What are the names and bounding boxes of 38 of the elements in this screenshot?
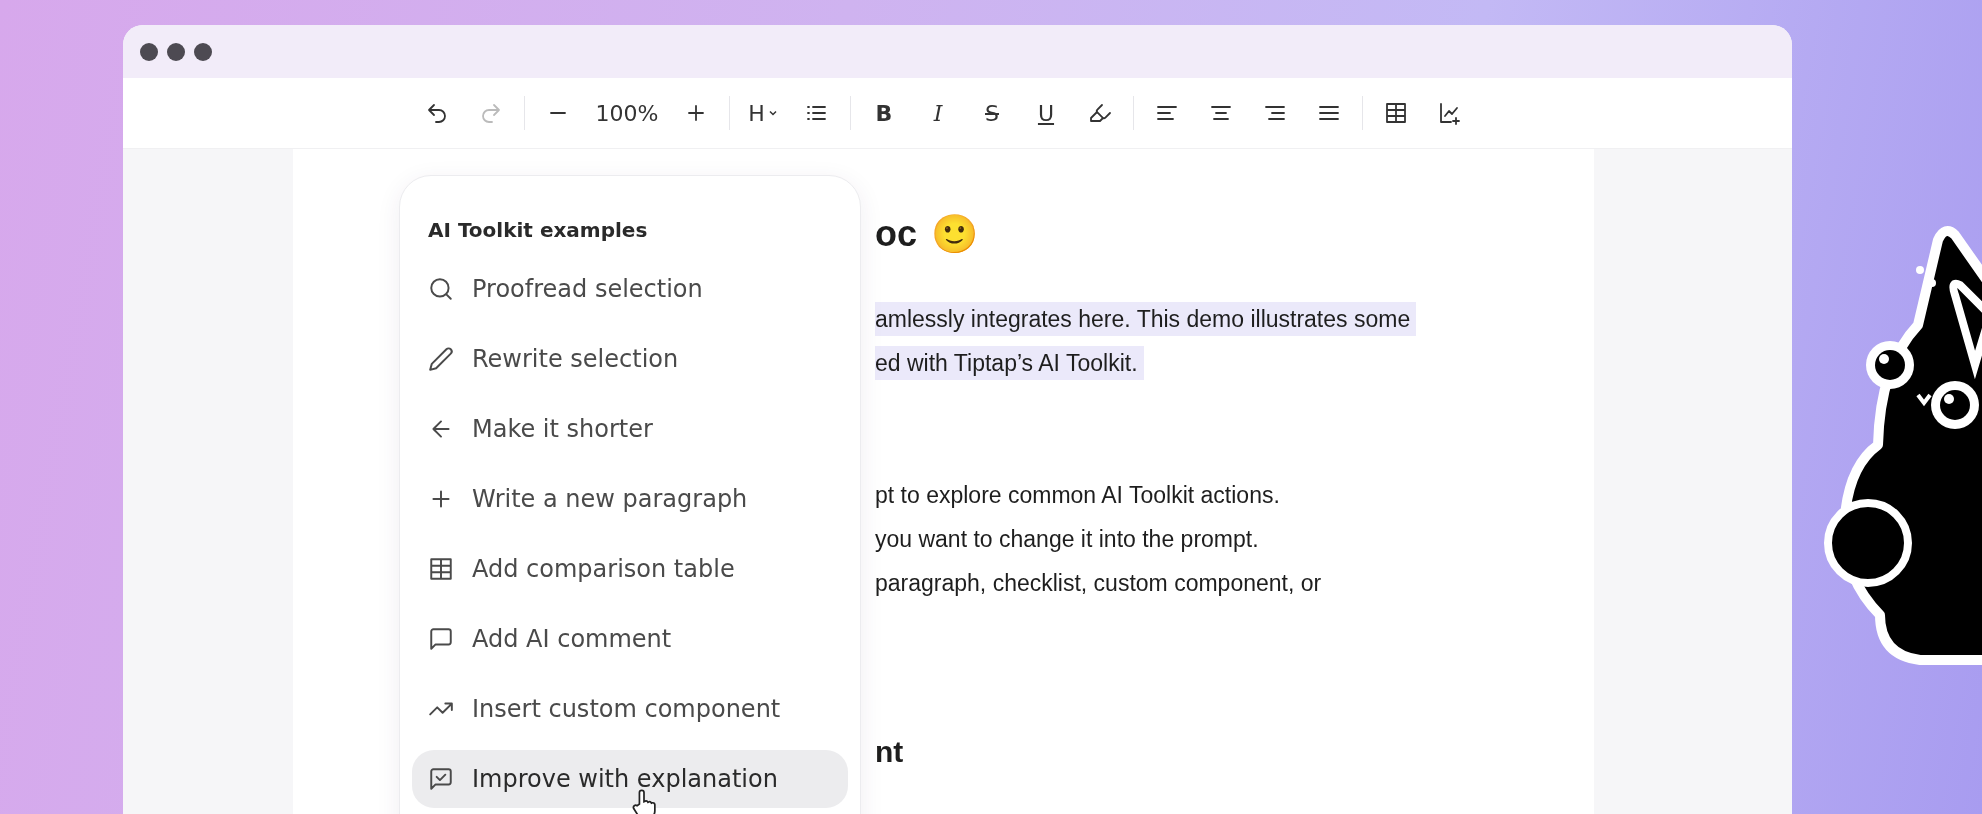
table-icon <box>428 556 454 582</box>
menu-item[interactable]: Proofread selection <box>412 260 848 318</box>
paragraph-text: pt to explore common AI Toolkit actions. <box>875 482 1280 508</box>
bold-button[interactable]: B <box>863 93 905 133</box>
window-control-icon[interactable] <box>194 42 212 61</box>
paragraph-text: paragraph, checklist, custom component, or <box>875 570 1322 596</box>
italic-button[interactable]: I <box>917 93 959 133</box>
menu-title: AI Toolkit examples <box>427 217 649 244</box>
window-control-icon[interactable] <box>167 42 185 61</box>
comment-check-icon <box>428 766 454 792</box>
smiley-emoji: 🙂 <box>931 212 978 256</box>
underline-button[interactable]: U <box>1025 93 1067 133</box>
menu-item[interactable]: Make it shorter <box>412 400 848 458</box>
search-icon <box>428 276 454 302</box>
menu-item[interactable]: Add AI comment <box>412 610 848 668</box>
heading-button[interactable]: H <box>742 93 784 133</box>
paragraph-text: you want to change it into the prompt. <box>875 526 1259 552</box>
menu-item[interactable]: Insert custom component <box>412 680 848 738</box>
paragraph-text: ed with Tiptap’s AI Toolkit. <box>875 346 1144 380</box>
table-icon <box>1384 101 1408 125</box>
zoom-level[interactable]: 100% <box>591 93 663 133</box>
highlighter-icon <box>1088 101 1112 125</box>
menu-item[interactable]: Add comparison table <box>412 540 848 598</box>
minus-icon <box>550 112 566 114</box>
undo-icon <box>425 101 449 125</box>
window-control-icon[interactable] <box>140 42 158 61</box>
section-heading: nt <box>875 735 904 768</box>
redo-icon <box>479 101 503 125</box>
menu-item[interactable]: Rewrite selection <box>412 330 848 388</box>
chart-plus-icon <box>1438 101 1462 125</box>
chevron-down-icon <box>767 108 778 118</box>
document-heading: oc <box>875 213 917 255</box>
comment-icon <box>428 626 454 652</box>
strikethrough-button[interactable]: S <box>971 93 1013 133</box>
menu-item[interactable]: Improve with explanation <box>412 750 848 808</box>
pencil-icon <box>428 346 454 372</box>
paragraph-text: amlessly integrates here. This demo illustrates some <box>875 302 1417 336</box>
menu-item[interactable]: Write a new paragraph <box>412 470 848 528</box>
